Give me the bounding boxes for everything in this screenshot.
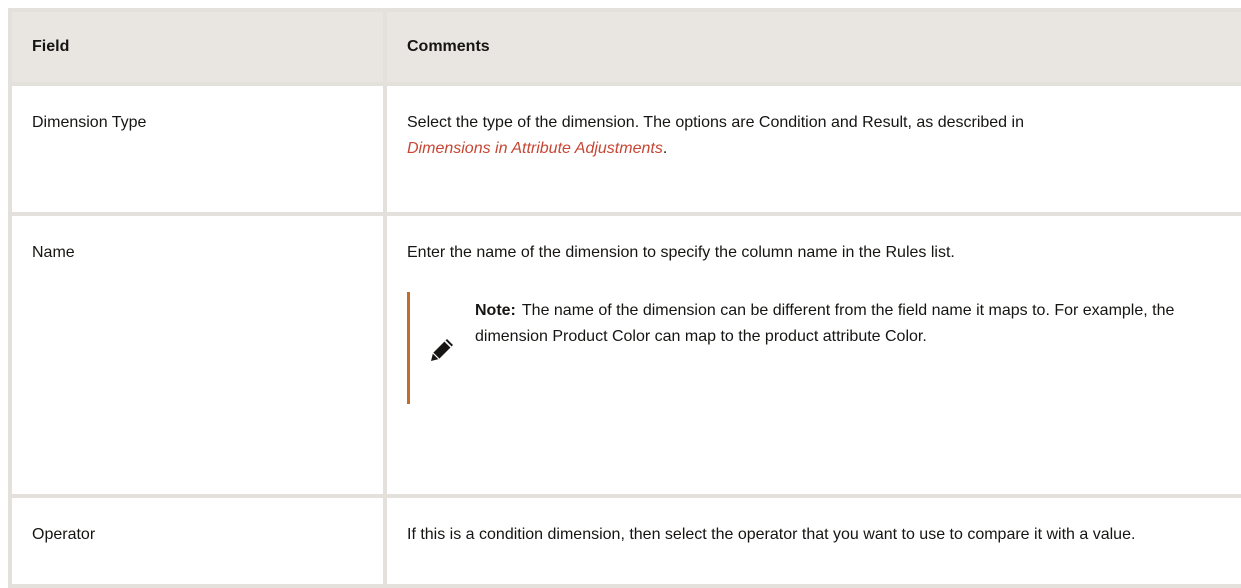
table-row: Name Enter the name of the dimension to … — [8, 212, 1241, 498]
comment-suffix: . — [662, 140, 668, 157]
comment-cell: If this is a condition dimension, then s… — [383, 494, 1241, 588]
note-text: The name of the dimension can be differe… — [475, 302, 1175, 345]
column-header-field: Field — [8, 8, 387, 86]
fields-table-container: Field Comments Dimension Type Select the… — [8, 8, 1241, 588]
fields-table: Field Comments Dimension Type Select the… — [8, 8, 1241, 588]
field-cell: Name — [8, 212, 387, 498]
note-label: Note: — [475, 302, 516, 319]
pencil-icon — [428, 336, 456, 364]
comment-cell: Enter the name of the dimension to speci… — [383, 212, 1241, 498]
table-header-row: Field Comments — [8, 8, 1241, 86]
note-callout: Note: The name of the dimension can be di… — [407, 292, 1221, 404]
dimensions-in-attribute-adjustments-link[interactable]: Dimensions in Attribute Adjustments — [407, 140, 663, 157]
column-header-comments: Comments — [383, 8, 1241, 86]
comment-cell: Select the type of the dimension. The op… — [383, 82, 1241, 216]
comment-text: Enter the name of the dimension to speci… — [407, 244, 955, 261]
field-cell: Operator — [8, 494, 387, 588]
table-row: Operator If this is a condition dimensio… — [8, 494, 1241, 588]
comment-text: Select the type of the dimension. The op… — [407, 114, 1024, 131]
table-row: Dimension Type Select the type of the di… — [8, 82, 1241, 216]
field-cell: Dimension Type — [8, 82, 387, 216]
